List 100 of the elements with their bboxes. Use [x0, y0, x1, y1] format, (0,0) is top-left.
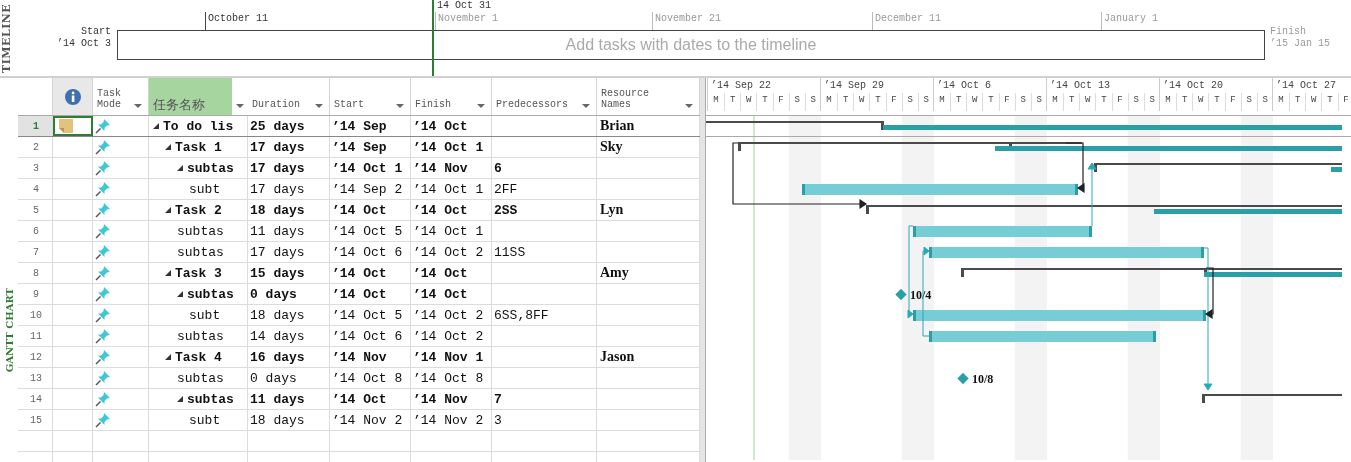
task-bar[interactable] [929, 331, 1156, 342]
duration-cell: 15 days [250, 265, 305, 281]
day-label: T [1063, 93, 1080, 111]
milestone-diamond[interactable] [895, 288, 907, 301]
start-date-cell: ’14 Sep 2 [332, 181, 403, 197]
pin-icon [95, 244, 111, 260]
pin-icon [95, 370, 111, 386]
predecessors-cell: 3 [494, 412, 502, 428]
row-number[interactable]: 10 [18, 305, 53, 325]
indicator-cell[interactable] [53, 116, 93, 136]
day-label: T [724, 93, 741, 111]
row-number[interactable]: 14 [18, 389, 53, 409]
start-date-cell: ’14 Oct 5 [332, 223, 403, 239]
collapse-triangle-icon[interactable] [153, 123, 159, 129]
link-arrow [1087, 162, 1097, 227]
pin-icon [95, 307, 111, 323]
timeline-start-date: ’14 Oct 3 [57, 38, 111, 49]
row-number[interactable]: 7 [18, 242, 53, 262]
column-header[interactable]: Resource Names [597, 78, 700, 115]
day-label: T [1321, 93, 1338, 111]
row-number[interactable]: 4 [18, 179, 53, 199]
collapse-triangle-icon[interactable] [165, 270, 171, 276]
column-header[interactable]: Duration [248, 78, 330, 115]
note-icon[interactable] [59, 119, 73, 133]
finish-date-cell: ’14 Oct [413, 202, 468, 218]
day-label: T [1208, 93, 1225, 111]
day-label: T [1289, 93, 1306, 111]
milestone-label: 10/8 [972, 372, 994, 386]
summary-bar[interactable] [865, 205, 1343, 214]
timeline-label: TIMELINE [0, 2, 14, 75]
resource-name: Sky [600, 139, 623, 155]
predecessors-cell: 2FF [494, 181, 518, 197]
row-number[interactable]: 8 [18, 263, 53, 283]
task-name: Task 2 [175, 202, 222, 218]
row-number[interactable]: 12 [18, 347, 53, 367]
finish-date-cell: ’14 Nov [413, 160, 468, 176]
day-label: T [869, 93, 886, 111]
task-name: subtas [177, 370, 224, 386]
day-label: T [756, 93, 773, 111]
finish-date-cell: ’14 Oct 1 [413, 223, 484, 239]
day-label: S [1256, 93, 1273, 111]
collapse-triangle-icon[interactable] [177, 291, 183, 297]
day-label: M [1051, 94, 1059, 107]
start-date-cell: ’14 Sep [332, 139, 387, 155]
start-date-cell: ’14 Oct [332, 391, 387, 407]
duration-cell: 17 days [250, 181, 305, 197]
resource-name: Brian [600, 118, 635, 134]
column-header[interactable]: Finish [411, 78, 492, 115]
collapse-triangle-icon[interactable] [177, 396, 183, 402]
milestone-diamond[interactable] [957, 372, 969, 385]
task-bar[interactable] [929, 247, 1204, 258]
row-number[interactable]: 1 [18, 116, 53, 136]
day-label: S [1127, 93, 1144, 111]
summary-bar[interactable] [737, 142, 1342, 151]
day-label: W [1305, 93, 1322, 111]
summary-bar[interactable] [706, 121, 1342, 130]
day-label: T [1095, 93, 1112, 111]
summary-bar[interactable] [960, 268, 1343, 277]
day-label: W [1192, 93, 1209, 111]
row-number[interactable]: 13 [18, 368, 53, 388]
week-label: ’14 Oct 13 [1049, 79, 1111, 93]
task-bar[interactable] [913, 310, 1206, 321]
resource-name: Amy [600, 265, 629, 281]
summary-bar[interactable] [1093, 163, 1343, 172]
duration-cell: 18 days [250, 307, 305, 323]
resource-name: Jason [600, 349, 635, 365]
collapse-triangle-icon[interactable] [177, 165, 183, 171]
row-number[interactable]: 6 [18, 221, 53, 241]
start-date-cell: ’14 Oct 8 [332, 370, 403, 386]
collapse-triangle-icon[interactable] [165, 144, 171, 150]
column-header[interactable]: Predecessors [492, 78, 597, 115]
predecessors-cell: 6 [494, 160, 502, 176]
finish-date-cell: ’14 Oct 2 [413, 307, 484, 323]
row-number[interactable]: 5 [18, 200, 53, 220]
task-name: subtas [187, 391, 234, 407]
collapse-triangle-icon[interactable] [165, 207, 171, 213]
finish-date-cell: ’14 Oct [413, 265, 468, 281]
task-name: subtas [177, 244, 224, 260]
caret-icon [236, 104, 244, 108]
duration-cell: 17 days [250, 139, 305, 155]
day-label: S [1030, 93, 1047, 111]
indicators-header[interactable] [53, 78, 93, 115]
row-number[interactable]: 2 [18, 137, 53, 157]
pin-icon [95, 160, 111, 176]
summary-bar[interactable] [1201, 394, 1343, 403]
day-label: S [788, 93, 805, 111]
row-number[interactable]: 3 [18, 158, 53, 178]
column-header[interactable]: Start [330, 78, 411, 115]
timeline-placeholder: Add tasks with dates to the timeline [565, 36, 817, 54]
row-number[interactable]: 9 [18, 284, 53, 304]
duration-cell: 25 days [250, 118, 305, 134]
start-date-cell: ’14 Oct [332, 265, 387, 281]
row-number[interactable]: 11 [18, 326, 53, 346]
day-label: W [966, 93, 983, 111]
task-bar[interactable] [802, 184, 1078, 195]
view-label: GANTT CHART [3, 287, 15, 372]
row-number[interactable]: 15 [18, 410, 53, 430]
task-bar[interactable] [913, 226, 1092, 237]
task-name: Task 4 [175, 349, 222, 365]
collapse-triangle-icon[interactable] [165, 354, 171, 360]
